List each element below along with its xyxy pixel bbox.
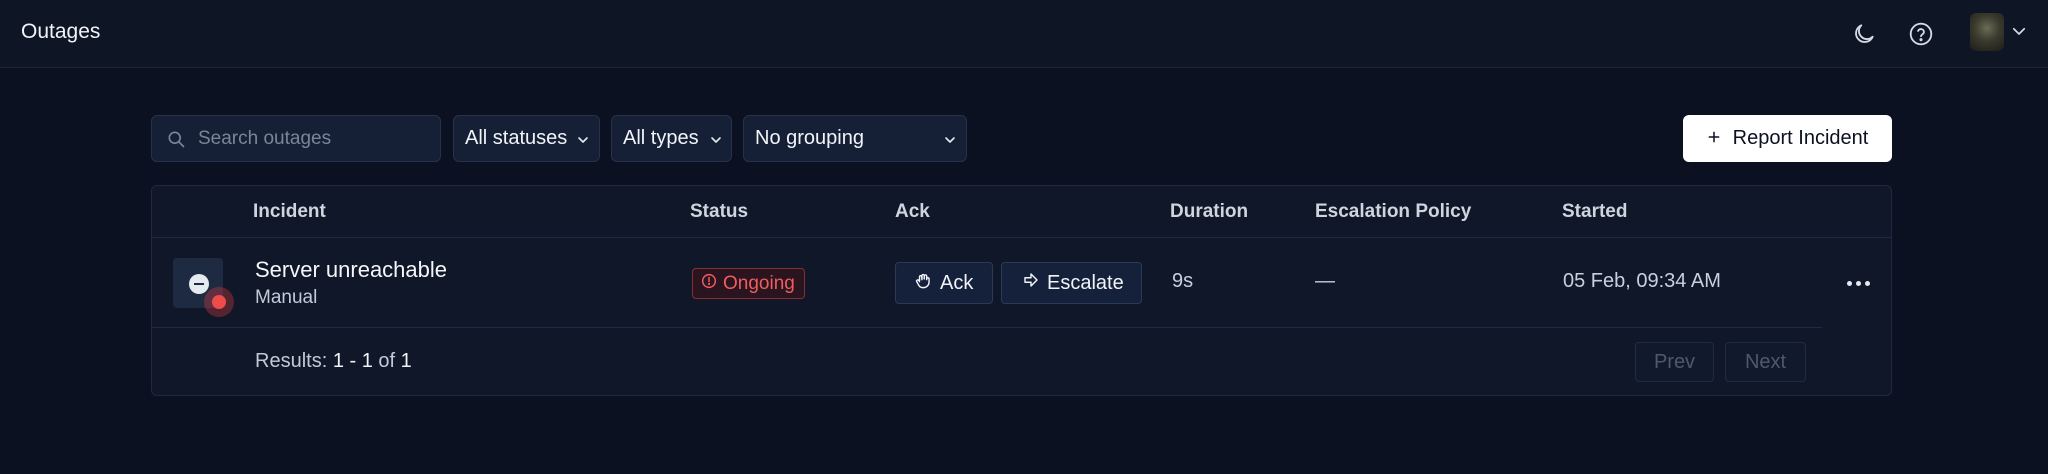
status-filter-select[interactable]: All statuses (453, 115, 600, 162)
status-badge: Ongoing (692, 268, 805, 299)
header-divider (152, 237, 1891, 238)
help-icon[interactable] (1904, 17, 1938, 51)
grouping-value: No grouping (755, 127, 864, 149)
column-header-incident: Incident (253, 201, 326, 222)
started-value: 05 Feb, 09:34 AM (1563, 270, 1721, 292)
prev-page-button[interactable]: Prev (1635, 342, 1714, 382)
results-summary: Results: 1 - 1 of 1 (255, 350, 412, 373)
next-page-button[interactable]: Next (1725, 342, 1806, 382)
type-filter-value: All types (623, 127, 699, 149)
theme-toggle-moon-icon[interactable] (1847, 17, 1881, 51)
outages-table: Incident Status Ack Duration Escalation … (151, 185, 1892, 396)
report-incident-label: Report Incident (1732, 127, 1869, 149)
more-actions-icon[interactable] (1841, 270, 1875, 296)
status-badge-label: Ongoing (723, 272, 795, 294)
chevron-down-icon (942, 131, 958, 147)
search-input[interactable] (198, 116, 434, 161)
report-incident-button[interactable]: Report Incident (1683, 115, 1892, 162)
incident-name[interactable]: Server unreachable (255, 257, 447, 283)
escalate-label: Escalate (1047, 271, 1124, 294)
incident-type: Manual (255, 287, 318, 308)
alert-circle-icon (701, 273, 717, 295)
escalate-arrow-icon (1022, 271, 1040, 295)
alert-indicator-dot (212, 295, 226, 309)
column-header-ack: Ack (895, 201, 930, 222)
row-divider (152, 327, 1822, 328)
results-of-label: of (378, 350, 396, 372)
results-label: Results: (255, 350, 328, 372)
hand-icon (914, 271, 933, 296)
column-header-duration: Duration (1170, 201, 1249, 222)
duration-value: 9s (1172, 270, 1194, 292)
escalation-policy-value: — (1315, 270, 1335, 292)
escalate-button[interactable]: Escalate (1001, 262, 1142, 304)
top-bar: Outages (0, 0, 2048, 68)
plus-icon (1707, 127, 1721, 150)
status-filter-value: All statuses (465, 127, 568, 149)
user-avatar[interactable] (1970, 13, 2004, 51)
results-total: 1 (400, 350, 412, 372)
grouping-select[interactable]: No grouping (743, 115, 967, 162)
ack-label: Ack (940, 271, 974, 294)
results-range: 1 - 1 (332, 350, 373, 372)
chevron-down-icon (575, 131, 591, 147)
column-header-status: Status (690, 201, 749, 222)
page-title: Outages (21, 20, 101, 43)
ack-button[interactable]: Ack (895, 262, 993, 304)
type-filter-select[interactable]: All types (611, 115, 732, 162)
chevron-down-icon[interactable] (2010, 22, 2028, 40)
chevron-down-icon (708, 131, 724, 147)
search-icon (166, 129, 186, 149)
minus-circle-icon (189, 274, 209, 294)
search-box[interactable] (151, 115, 441, 162)
column-header-started: Started (1562, 201, 1628, 222)
column-header-escalation-policy: Escalation Policy (1315, 201, 1472, 222)
